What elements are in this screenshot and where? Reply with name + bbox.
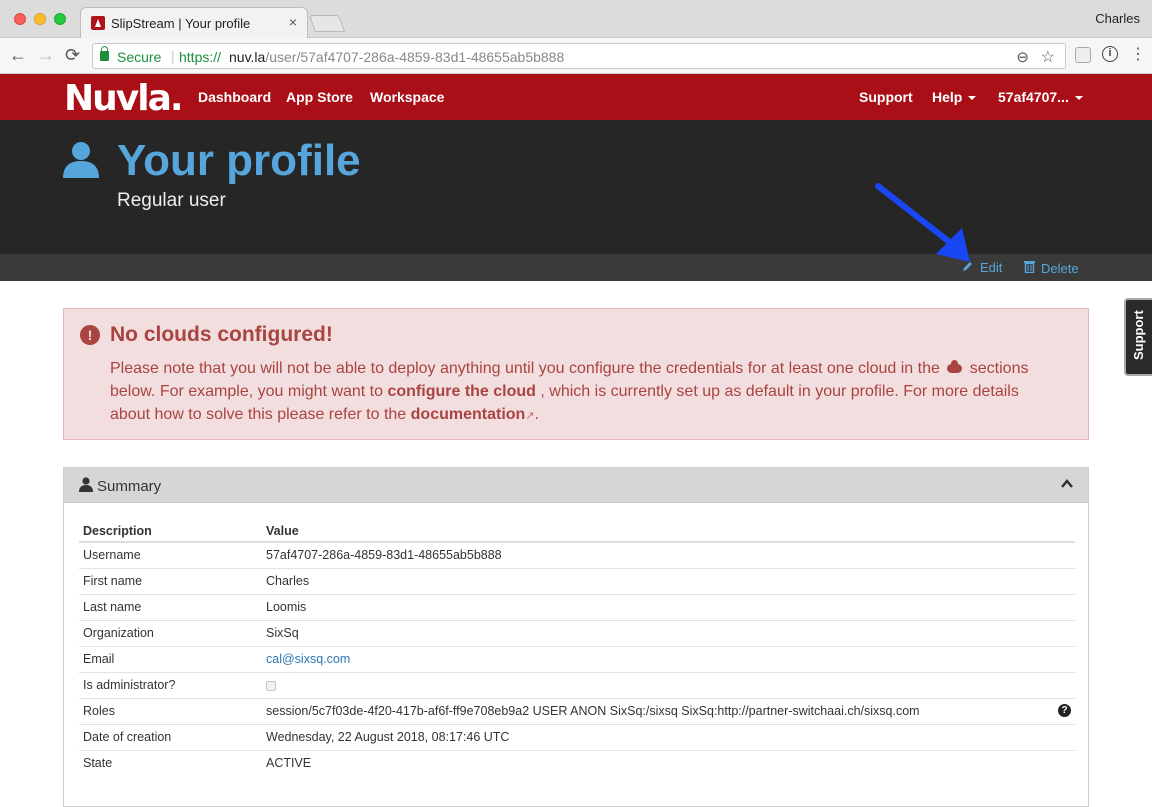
close-window-button[interactable]: [14, 13, 26, 25]
row-key: Organization: [79, 619, 262, 646]
row-key: First name: [79, 567, 262, 594]
row-value: Wednesday, 22 August 2018, 08:17:46 UTC: [262, 723, 1075, 750]
zoom-icon[interactable]: ⊖: [1016, 48, 1029, 66]
row-key: Last name: [79, 593, 262, 620]
external-link-icon: ↗: [525, 410, 535, 422]
chevron-up-icon[interactable]: [1060, 477, 1074, 491]
table-header-row: Description Value: [79, 520, 1075, 543]
column-header-description: Description: [79, 520, 262, 543]
alert-body: Please note that you will not be able to…: [110, 357, 1060, 428]
info-icon[interactable]: i: [1102, 46, 1118, 62]
no-clouds-alert: ! No clouds configured! Please note that…: [63, 308, 1089, 440]
browser-profile-name[interactable]: Charles: [1095, 11, 1140, 26]
edit-label: Edit: [980, 260, 1003, 275]
row-value: cal@sixsq.com: [262, 645, 1075, 672]
user-icon: [63, 142, 99, 178]
annotation-arrow-icon: [875, 183, 970, 262]
row-key: Email: [79, 645, 262, 672]
row-value: SixSq: [262, 619, 1075, 646]
url-scheme: https://: [179, 49, 222, 65]
support-side-tab[interactable]: Support: [1124, 298, 1152, 376]
row-key: State: [79, 749, 262, 776]
summary-panel: Summary Description Value Username 57af4…: [63, 467, 1089, 807]
row-value: Loomis: [262, 593, 1075, 620]
row-value: ACTIVE: [262, 749, 1075, 776]
nuvla-logo[interactable]: Nuvla.: [64, 78, 184, 119]
roles-value: session/5c7f03de-4f20-417b-af6f-ff9e708e…: [266, 704, 920, 718]
user-icon: [79, 477, 93, 492]
back-arrow-icon[interactable]: ←: [9, 45, 27, 66]
support-side-tab-label: Support: [1131, 310, 1146, 360]
url-separator: |: [171, 48, 175, 64]
row-key: Is administrator?: [79, 671, 262, 698]
caret-down-icon: [1074, 96, 1083, 101]
table-row: State ACTIVE: [79, 749, 1075, 776]
table-row: Date of creation Wednesday, 22 August 20…: [79, 723, 1075, 750]
table-row: Organization SixSq: [79, 619, 1075, 646]
browser-tab-bar: SlipStream | Your profile × Charles: [0, 0, 1152, 38]
table-row: Is administrator?: [79, 671, 1075, 698]
nav-workspace-link[interactable]: Workspace: [370, 89, 444, 105]
table-row: Last name Loomis: [79, 593, 1075, 620]
help-icon[interactable]: ?: [1058, 704, 1071, 717]
trash-icon: [1024, 261, 1035, 273]
table-row: Email cal@sixsq.com: [79, 645, 1075, 672]
delete-button[interactable]: Delete: [1024, 260, 1079, 276]
site-navbar: Nuvla. Dashboard App Store Workspace Sup…: [0, 74, 1152, 120]
row-key: Username: [79, 541, 262, 568]
nav-help-label: Help: [932, 89, 963, 105]
minimize-window-button[interactable]: [34, 13, 46, 25]
secure-label: Secure: [117, 49, 162, 65]
summary-table: Description Value Username 57af4707-286a…: [79, 520, 1075, 776]
is-admin-checkbox: [266, 680, 276, 691]
nav-user-dropdown[interactable]: 57af4707...: [998, 89, 1083, 105]
row-key: Roles: [79, 697, 262, 724]
url-host: nuv.la: [229, 49, 266, 65]
url-path: /user/57af4707-286a-4859-83d1-48655ab5b8…: [265, 49, 565, 65]
nav-app-store-link[interactable]: App Store: [286, 89, 353, 105]
maximize-window-button[interactable]: [54, 13, 66, 25]
table-row: Username 57af4707-286a-4859-83d1-48655ab…: [79, 541, 1075, 568]
column-header-value: Value: [262, 520, 1075, 543]
tab-close-icon[interactable]: ×: [289, 14, 297, 30]
cloud-icon: [947, 360, 963, 374]
alert-text-4: .: [534, 406, 539, 423]
delete-label: Delete: [1041, 261, 1079, 276]
page-subtitle: Regular user: [117, 190, 226, 211]
new-tab-button[interactable]: [308, 15, 346, 32]
nav-support-link[interactable]: Support: [859, 89, 913, 105]
alert-text-1: Please note that you will not be able to…: [110, 360, 940, 377]
browser-tab[interactable]: SlipStream | Your profile ×: [80, 7, 308, 38]
email-link[interactable]: cal@sixsq.com: [266, 652, 350, 666]
lock-icon: [100, 46, 109, 61]
tab-title: SlipStream | Your profile: [111, 16, 251, 31]
table-row: First name Charles: [79, 567, 1075, 594]
summary-panel-header[interactable]: Summary: [64, 468, 1088, 503]
nav-help-dropdown[interactable]: Help: [932, 89, 977, 105]
reload-icon[interactable]: ⟳: [65, 45, 80, 66]
summary-title: Summary: [97, 478, 162, 495]
page-title: Your profile: [117, 136, 361, 185]
table-row: Roles session/5c7f03de-4f20-417b-af6f-ff…: [79, 697, 1075, 724]
alert-title: No clouds configured!: [110, 323, 333, 346]
nav-user-label: 57af4707...: [998, 89, 1069, 105]
row-value: [262, 671, 1075, 698]
favicon-icon: [91, 16, 105, 30]
forward-arrow-icon[interactable]: →: [37, 45, 55, 66]
documentation-link[interactable]: documentation: [411, 406, 526, 423]
caret-down-icon: [968, 96, 977, 101]
url-input[interactable]: Secure | https:// nuv.la/user/57af4707-2…: [92, 43, 1066, 69]
address-bar-row: ← → ⟳ Secure | https:// nuv.la/user/57af…: [0, 38, 1152, 74]
bookmark-star-icon[interactable]: ☆: [1041, 47, 1055, 67]
configure-cloud-link[interactable]: configure the cloud: [387, 383, 535, 400]
browser-menu-icon[interactable]: ⋮: [1130, 44, 1146, 64]
exclamation-circle-icon: !: [80, 325, 100, 345]
url-text: nuv.la/user/57af4707-286a-4859-83d1-4865…: [229, 49, 564, 65]
row-value: Charles: [262, 567, 1075, 594]
row-value: session/5c7f03de-4f20-417b-af6f-ff9e708e…: [262, 697, 1075, 724]
extension-icon[interactable]: [1075, 47, 1091, 63]
row-value: 57af4707-286a-4859-83d1-48655ab5b888: [262, 541, 1075, 568]
row-key: Date of creation: [79, 723, 262, 750]
nav-dashboard-link[interactable]: Dashboard: [198, 89, 271, 105]
